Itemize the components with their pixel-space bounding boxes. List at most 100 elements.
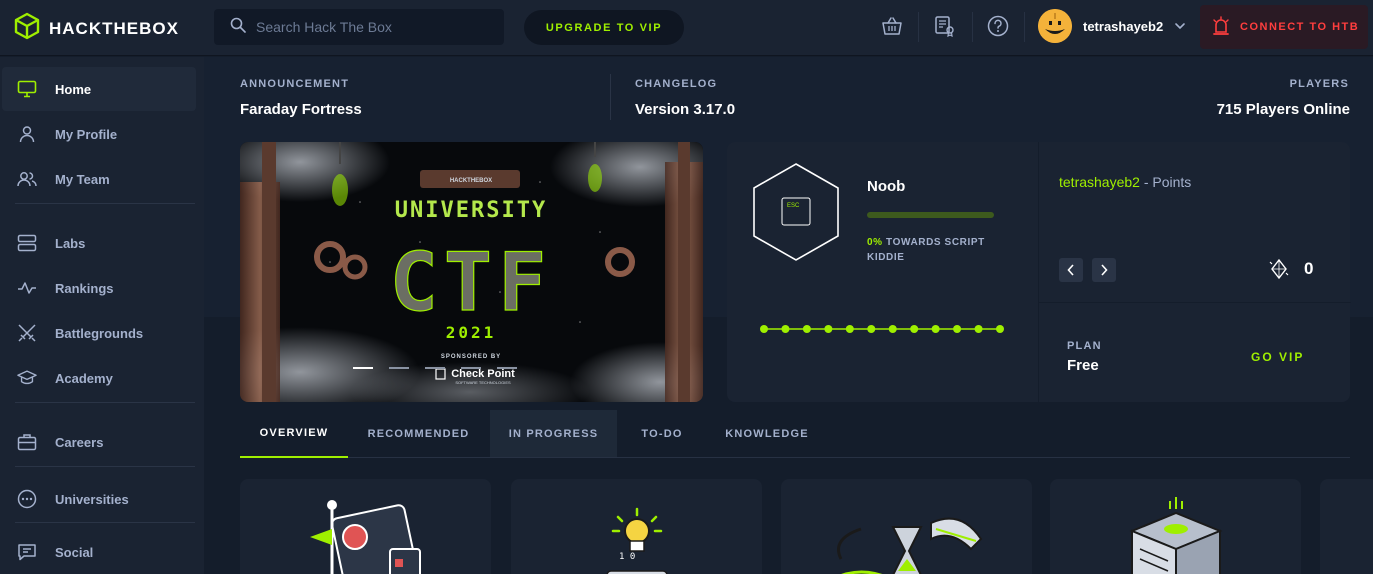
card-server[interactable]: [1050, 479, 1301, 574]
hourglass-illustration-icon: [837, 517, 983, 574]
tab-in-progress[interactable]: IN PROGRESS: [490, 410, 617, 457]
sidebar-item-careers[interactable]: Careers: [2, 420, 196, 464]
sidebar-item-label: Labs: [55, 235, 86, 251]
sidebar-item-academy[interactable]: Academy: [2, 356, 196, 400]
announcement-label: ANNOUNCEMENT: [240, 78, 350, 90]
sidebar-divider: [15, 466, 195, 467]
slide-indicator[interactable]: [425, 367, 445, 369]
sidebar-item-universities[interactable]: Universities: [2, 477, 196, 521]
sidebar-item-label: Careers: [55, 434, 104, 450]
chevron-down-icon: [1174, 17, 1186, 35]
rank-dot: [888, 325, 897, 333]
top-divider: [1024, 12, 1025, 42]
content-tabs: OVERVIEW RECOMMENDED IN PROGRESS TO-DO K…: [240, 410, 1350, 458]
sidebar-item-label: Social: [55, 544, 94, 560]
upgrade-to-vip-button[interactable]: UPGRADE TO VIP: [524, 10, 684, 45]
sidebar-item-label: Universities: [55, 491, 129, 507]
rank-section: ESC Noob 0% TOWARDS SCRIPT KIDDIE: [727, 142, 1038, 402]
vpn-certificate-icon[interactable]: [933, 14, 957, 38]
lightbulb-illustration-icon: 1 0: [606, 507, 668, 574]
banner-title-main: CTF: [390, 236, 553, 329]
points-username[interactable]: tetrashayeb2: [1059, 174, 1140, 190]
announcement-value[interactable]: Faraday Fortress: [240, 101, 362, 118]
tab-knowledge[interactable]: KNOWLEDGE: [707, 410, 827, 457]
tab-recommended[interactable]: RECOMMENDED: [348, 410, 489, 457]
players-online: 715 Players Online: [1217, 101, 1350, 118]
user-icon: [17, 124, 37, 144]
go-vip-button[interactable]: GO VIP: [1251, 350, 1304, 364]
changelog-value[interactable]: Version 3.17.0: [635, 101, 735, 118]
rank-dot: [824, 325, 833, 333]
rank-progress-target: TOWARDS SCRIPT KIDDIE: [867, 237, 985, 263]
slide-indicator[interactable]: [497, 367, 517, 369]
sidebar-item-labs[interactable]: Labs: [2, 221, 196, 265]
stats-divider: [610, 74, 611, 120]
slide-indicator[interactable]: [389, 367, 409, 369]
rank-dot: [802, 325, 811, 333]
search-icon: [230, 17, 246, 38]
card-lab-flags[interactable]: [240, 479, 491, 574]
banner-year: 2021: [446, 323, 497, 342]
previous-arrow-button[interactable]: [1059, 258, 1083, 282]
search-input[interactable]: [256, 19, 486, 35]
shop-basket-icon[interactable]: [880, 14, 904, 38]
rank-badge-text: ESC: [787, 203, 800, 209]
rank-dot: [996, 325, 1004, 333]
points-section: tetrashayeb2 - Points 0 PLAN Free GO VIP: [1038, 142, 1351, 402]
rank-dot: [781, 325, 790, 333]
top-divider: [972, 12, 973, 42]
users-icon: [17, 169, 37, 189]
sidebar-item-my-profile[interactable]: My Profile: [2, 112, 196, 156]
points-gem-icon: [1268, 258, 1290, 285]
tab-to-do[interactable]: TO-DO: [617, 410, 707, 457]
avatar: [1038, 9, 1072, 43]
pulse-icon: [17, 278, 37, 298]
rank-progress-text: 0% TOWARDS SCRIPT KIDDIE: [867, 235, 1007, 265]
rank-dot: [910, 325, 919, 333]
sidebar-item-rankings[interactable]: Rankings: [2, 266, 196, 310]
rank-hexagon-icon: ESC: [753, 163, 839, 261]
card-learning[interactable]: 1 0: [511, 479, 762, 574]
rank-dot: [953, 325, 962, 333]
connect-label: CONNECT TO HTB: [1240, 21, 1360, 33]
banner-title-top: UNIVERSITY: [395, 198, 547, 223]
rank-progress-dots: [760, 325, 1004, 333]
svg-text:1 0: 1 0: [619, 552, 635, 562]
top-bar: HACKTHEBOX UPGRADE TO VIP tetrashayeb2 C…: [0, 0, 1373, 56]
help-icon[interactable]: [986, 14, 1010, 38]
plan-divider: [1039, 302, 1351, 303]
plan-value: Free: [1067, 357, 1099, 374]
sidebar-item-home[interactable]: Home: [2, 67, 196, 111]
search-box[interactable]: [214, 9, 504, 45]
sidebar-item-my-team[interactable]: My Team: [2, 157, 196, 201]
rank-title: Noob: [867, 178, 906, 195]
chat-icon: [17, 542, 37, 562]
server-icon: [17, 233, 37, 253]
banner-sponsor-sub: SOFTWARE TECHNOLOGIES: [455, 380, 511, 385]
rank-dot: [867, 325, 876, 333]
card-partial[interactable]: [1320, 479, 1373, 574]
players-suffix: Players Online: [1245, 101, 1350, 118]
sidebar-item-battlegrounds[interactable]: Battlegrounds: [2, 311, 196, 355]
logo[interactable]: HACKTHEBOX: [14, 12, 179, 45]
monitor-icon: [17, 79, 37, 99]
next-arrow-button[interactable]: [1092, 258, 1116, 282]
hackthebox-cube-icon: [14, 12, 40, 45]
connect-to-htb-button[interactable]: CONNECT TO HTB: [1200, 5, 1368, 49]
sidebar-item-social[interactable]: Social: [2, 530, 196, 574]
sidebar-item-label: My Team: [55, 171, 110, 187]
swords-icon: [17, 323, 37, 343]
brand-name: HACKTHEBOX: [49, 18, 179, 38]
card-in-progress[interactable]: [781, 479, 1032, 574]
user-menu[interactable]: tetrashayeb2: [1038, 9, 1186, 43]
rank-dot: [845, 325, 854, 333]
slide-indicator[interactable]: [353, 367, 373, 369]
graduation-cap-icon: [17, 368, 37, 388]
university-ctf-banner[interactable]: UNIVERSITY CTF 2021 HACKTHEBOX SPONSORED…: [240, 142, 703, 402]
slide-indicator[interactable]: [461, 367, 481, 369]
sidebar: Home My Profile My Team Labs Rankings Ba…: [0, 57, 204, 574]
plan-label: PLAN: [1067, 340, 1102, 352]
tab-overview[interactable]: OVERVIEW: [240, 410, 348, 458]
players-count: 715: [1216, 101, 1242, 118]
banner-sponsor: Check Point: [451, 368, 515, 380]
